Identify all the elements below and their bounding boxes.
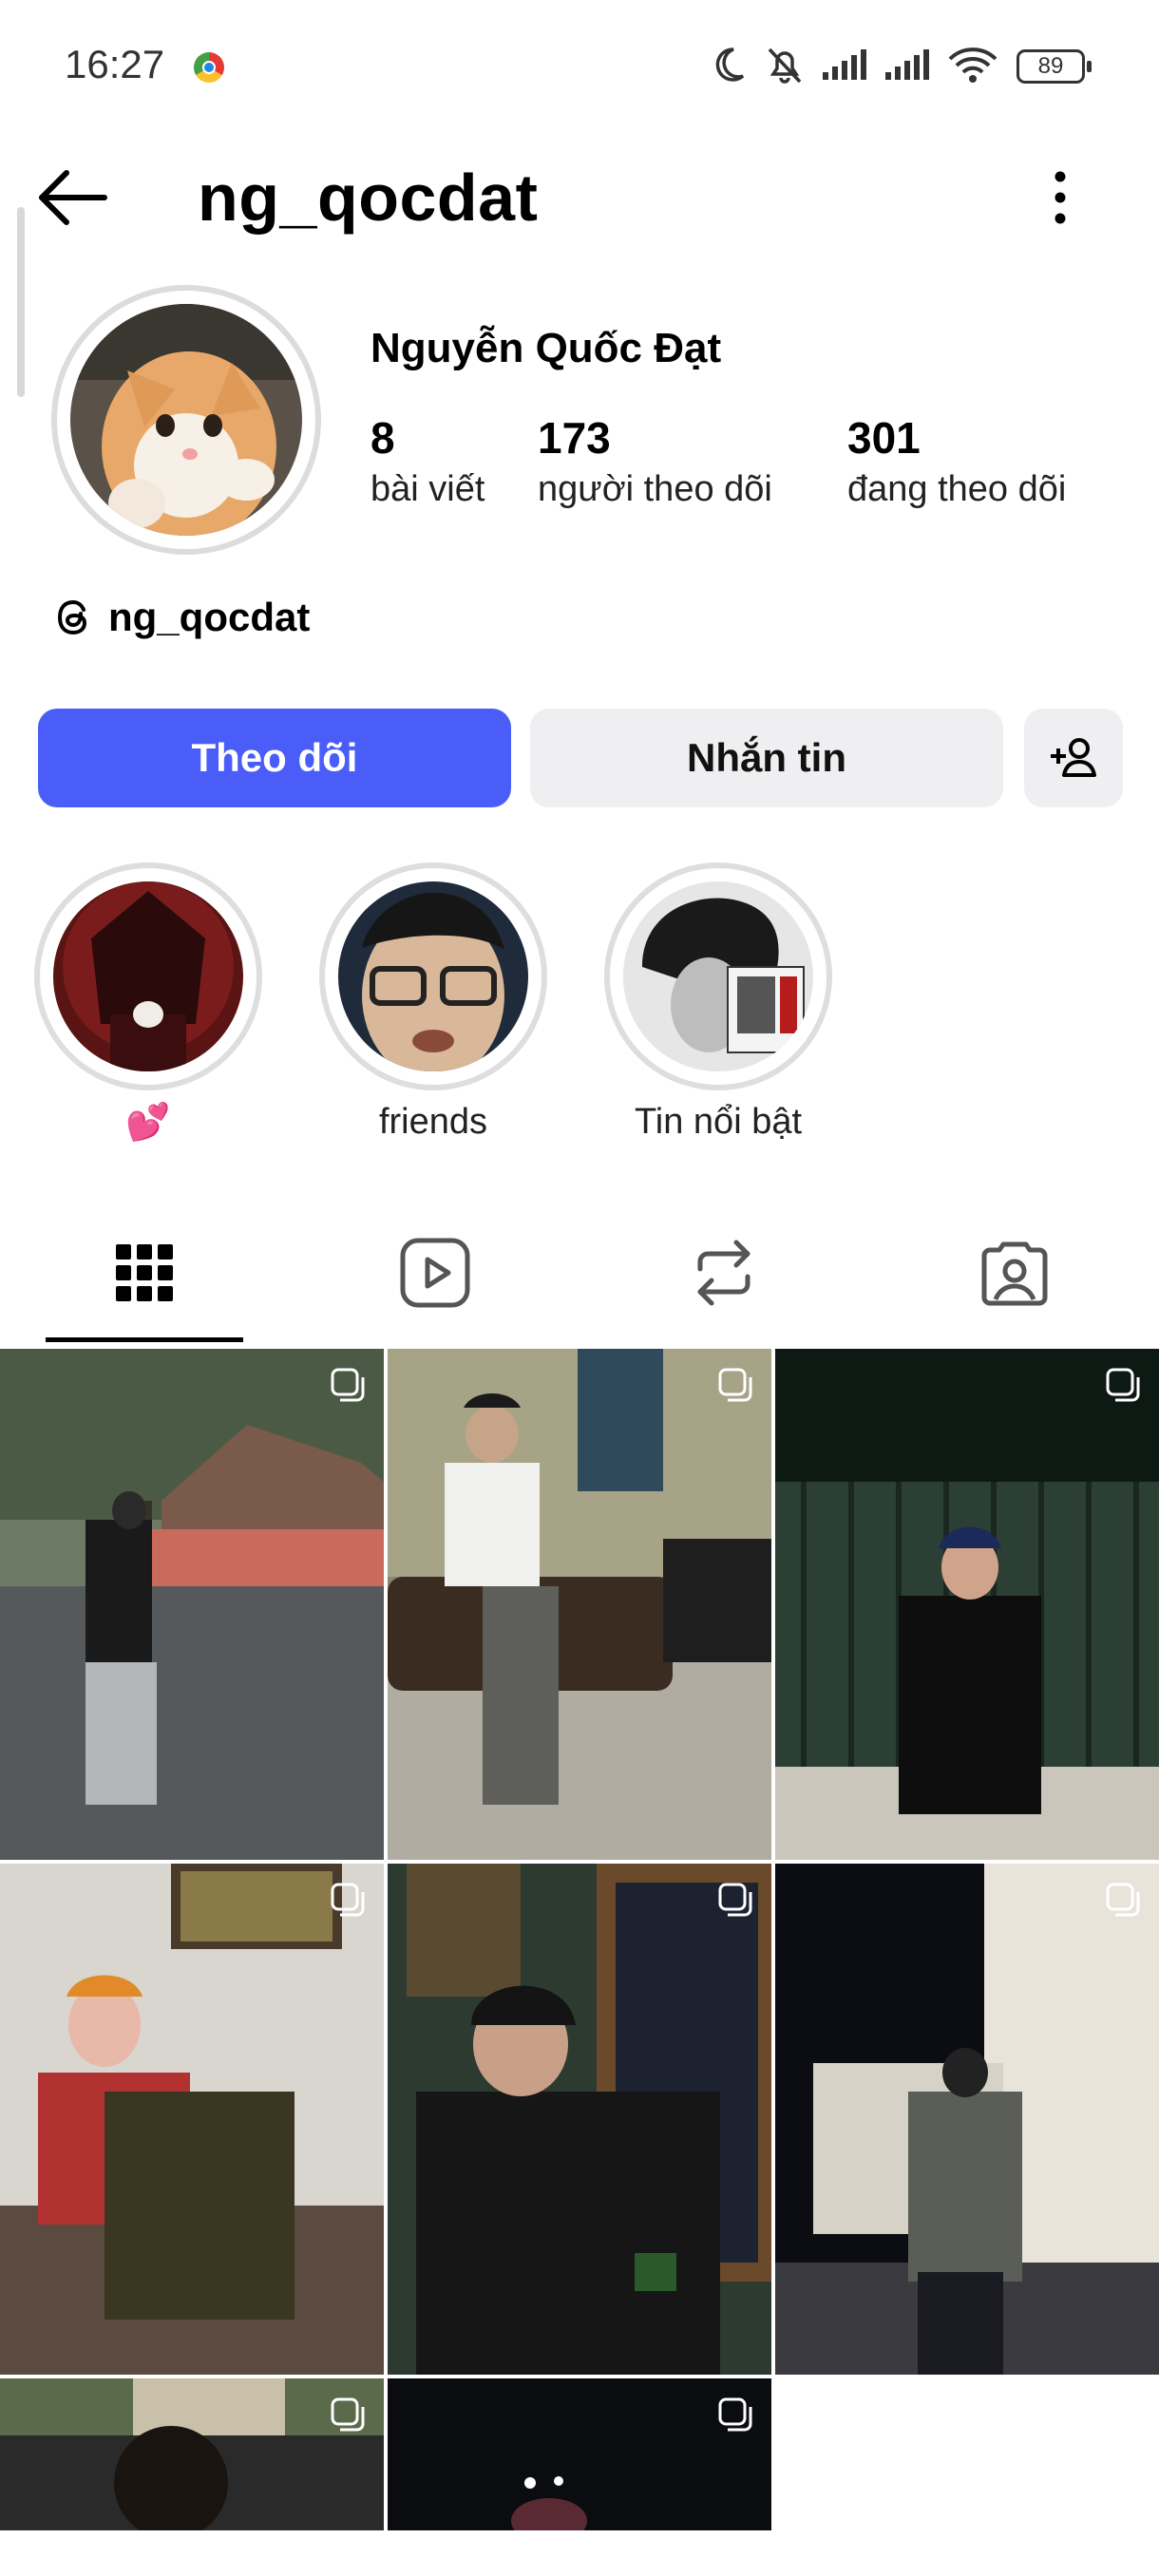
- post-thumbnail-3[interactable]: [775, 1349, 1159, 1860]
- battery-indicator: 89: [1016, 49, 1092, 84]
- moon-icon: [715, 47, 745, 82]
- tagged-icon: [981, 1241, 1048, 1306]
- carousel-icon: [718, 1883, 752, 1917]
- carousel-icon: [331, 2397, 365, 2432]
- highlight-1-image[interactable]: [53, 881, 243, 1071]
- post-thumbnail-5[interactable]: [388, 1864, 771, 2375]
- cat-avatar-image: [70, 304, 302, 536]
- post-4-photo: [0, 1864, 384, 2375]
- posts-count[interactable]: 8: [370, 412, 395, 464]
- post-thumbnail-7[interactable]: [0, 2378, 384, 2530]
- post-thumbnail-2[interactable]: [388, 1349, 771, 1860]
- post-8-photo: [388, 2378, 771, 2530]
- active-tab-indicator: [46, 1337, 243, 1342]
- followers-label[interactable]: người theo dõi: [538, 469, 772, 510]
- highlight-2-art: [338, 881, 528, 1071]
- followers-count[interactable]: 173: [538, 412, 611, 464]
- signal-icon-1: [823, 49, 866, 80]
- threads-icon: [57, 599, 87, 635]
- following-count[interactable]: 301: [847, 412, 921, 464]
- post-3-photo: [775, 1349, 1159, 1860]
- highlight-3-label[interactable]: Tin nổi bật: [576, 1102, 861, 1143]
- chrome-icon: [194, 52, 224, 83]
- status-time: 16:27: [65, 42, 165, 86]
- reels-icon: [400, 1238, 470, 1308]
- highlight-1-label[interactable]: 💕: [6, 1102, 291, 1144]
- more-options-icon[interactable]: [1043, 167, 1077, 228]
- carousel-icon: [718, 2397, 752, 2432]
- display-name: Nguyễn Quốc Đạt: [370, 325, 722, 371]
- message-button[interactable]: Nhắn tin: [530, 709, 1003, 807]
- post-thumbnail-1[interactable]: [0, 1349, 384, 1860]
- post-5-photo: [388, 1864, 771, 2375]
- following-label[interactable]: đang theo dõi: [847, 469, 1066, 510]
- follow-button[interactable]: Theo dõi: [38, 709, 511, 807]
- posts-label[interactable]: bài viết: [370, 469, 484, 510]
- highlight-3-image[interactable]: [623, 881, 813, 1071]
- tab-tagged[interactable]: [967, 1225, 1062, 1320]
- avatar[interactable]: [70, 304, 302, 536]
- post-thumbnail-8[interactable]: [388, 2378, 771, 2530]
- scroll-indicator: [17, 207, 25, 397]
- add-user-icon: [1051, 738, 1096, 777]
- tab-reels[interactable]: [388, 1225, 483, 1320]
- wifi-icon: [948, 47, 998, 83]
- post-6-photo: [775, 1864, 1159, 2375]
- threads-handle: ng_qocdat: [108, 595, 311, 639]
- bell-muted-icon: [768, 47, 802, 84]
- highlight-3-art: [623, 881, 813, 1071]
- grid-icon: [116, 1244, 173, 1301]
- profile-username-title: ng_qocdat: [198, 161, 539, 235]
- highlight-2-label[interactable]: friends: [291, 1102, 576, 1143]
- back-arrow-icon[interactable]: [36, 167, 108, 228]
- post-2-photo: [388, 1349, 771, 1860]
- highlight-1-art: [53, 881, 243, 1071]
- carousel-icon: [331, 1883, 365, 1917]
- post-1-photo: [0, 1349, 384, 1860]
- tab-reposts[interactable]: [676, 1225, 771, 1320]
- carousel-icon: [718, 1368, 752, 1402]
- post-thumbnail-4[interactable]: [0, 1864, 384, 2375]
- carousel-icon: [1106, 1883, 1140, 1917]
- signal-icon-2: [885, 49, 929, 80]
- threads-badge[interactable]: ng_qocdat: [53, 595, 310, 640]
- post-7-photo: [0, 2378, 384, 2530]
- reposts-icon: [697, 1240, 750, 1306]
- tab-posts-grid[interactable]: [97, 1225, 192, 1320]
- carousel-icon: [1106, 1368, 1140, 1402]
- carousel-icon: [331, 1368, 365, 1402]
- post-thumbnail-6[interactable]: [775, 1864, 1159, 2375]
- suggest-users-button[interactable]: [1024, 709, 1123, 807]
- highlight-2-image[interactable]: [338, 881, 528, 1071]
